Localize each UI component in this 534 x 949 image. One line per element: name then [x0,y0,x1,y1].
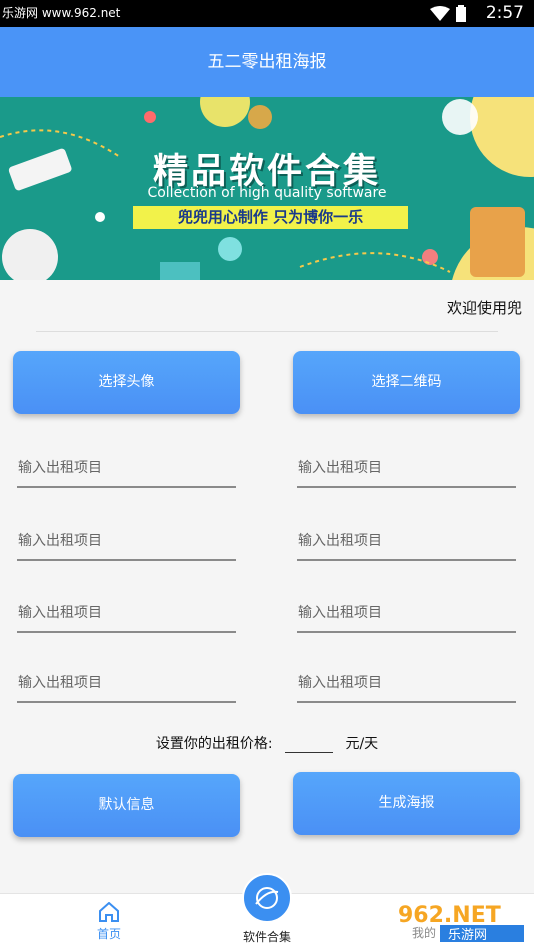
rental-item-input[interactable] [297,595,516,631]
app-header: 五二零出租海报 [0,27,534,97]
logo-brand: 962.NET [398,903,501,928]
default-info-button[interactable]: 默认信息 [13,774,240,837]
rental-item-input[interactable] [17,665,236,701]
rental-item-input[interactable] [297,665,516,701]
rental-item-input[interactable] [17,523,236,559]
rental-item-field[interactable] [17,595,236,633]
rental-item-input[interactable] [297,523,516,559]
rental-item-field[interactable] [17,450,236,488]
software-collection-button[interactable] [242,873,292,923]
rental-item-input[interactable] [17,450,236,486]
banner-subtitle: Collection of high quality software [147,185,387,201]
logo-name: 乐游网 [448,928,487,943]
rental-item-field[interactable] [297,523,516,561]
welcome-marquee: 欢迎使用兜 [446,299,522,317]
rental-item-field[interactable] [17,665,236,703]
banner-slogan: 兜兜用心制作 只为博你一乐 [133,206,408,229]
rental-item-field[interactable] [297,665,516,703]
price-label: 设置你的出租价格: [155,736,273,752]
battery-icon [456,5,466,22]
price-row: 设置你的出租价格: 元/天 [0,733,534,753]
rental-item-field[interactable] [17,523,236,561]
rental-item-field[interactable] [297,450,516,488]
planet-icon [255,887,279,909]
wifi-icon [430,5,450,21]
rental-item-input[interactable] [17,595,236,631]
choose-avatar-button[interactable]: 选择头像 [13,351,240,414]
status-bar: 乐游网 www.962.net 2:57 [0,0,534,27]
choose-qrcode-button[interactable]: 选择二维码 [293,351,520,414]
962-logo: 962.NET 乐游网 [398,903,524,943]
status-icons [430,5,466,22]
generate-poster-button[interactable]: 生成海报 [293,772,520,835]
home-icon [99,901,119,922]
rental-item-input[interactable] [297,450,516,486]
watermark: 乐游网 www.962.net [2,6,121,20]
tab-home[interactable]: 首页 [86,901,132,942]
page-title: 五二零出租海报 [207,52,327,72]
tab-home-label: 首页 [96,927,121,941]
divider [36,331,498,332]
promo-banner[interactable]: 精品软件合集 Collection of high quality softwa… [0,97,534,280]
price-unit: 元/天 [345,736,379,752]
price-input[interactable] [285,739,333,753]
rental-item-field[interactable] [297,595,516,633]
clock: 2:57 [485,3,524,23]
tab-software[interactable]: 软件合集 [237,928,297,945]
tab-software-label: 软件合集 [242,930,291,944]
